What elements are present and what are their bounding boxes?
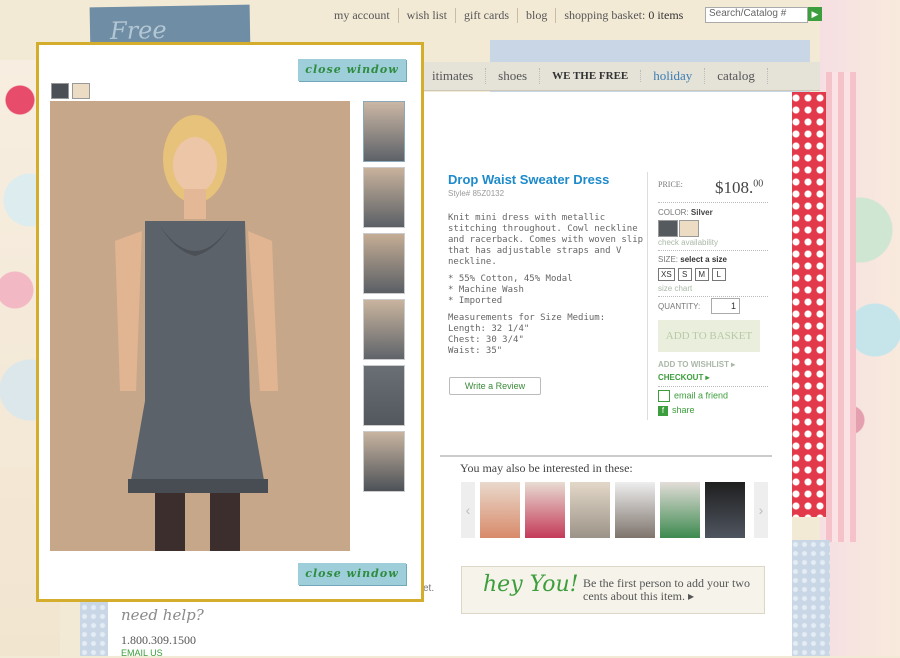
product-thumbnail[interactable] bbox=[363, 365, 405, 426]
partial-text: et. bbox=[423, 583, 435, 594]
related-product-thumb[interactable] bbox=[615, 482, 655, 538]
product-thumbnail-column bbox=[363, 101, 405, 492]
feature-item: * Imported bbox=[448, 296, 503, 306]
main-product-image bbox=[50, 101, 350, 551]
feature-item: * Machine Wash bbox=[448, 285, 524, 295]
top-navigation: my account wish list gift cards blog sho… bbox=[334, 7, 693, 23]
price-label: PRICE: bbox=[658, 180, 683, 189]
color-swatch-cream[interactable] bbox=[679, 220, 699, 237]
pink-stripe-strip bbox=[826, 72, 856, 542]
color-value: Silver bbox=[690, 208, 713, 217]
divider bbox=[658, 296, 768, 297]
related-product-thumb[interactable] bbox=[660, 482, 700, 538]
my-account-link[interactable]: my account bbox=[334, 7, 399, 23]
measurements: Measurements for Size Medium: Length: 32… bbox=[448, 313, 648, 357]
feature-item: * 55% Cotton, 45% Modal bbox=[448, 274, 573, 284]
color-swatch-silver[interactable] bbox=[658, 220, 678, 237]
size-label: SIZE: select a size bbox=[658, 255, 727, 264]
checkout-link[interactable]: CHECKOUT ▸ bbox=[658, 373, 710, 382]
size-options: XS S M L bbox=[658, 268, 726, 281]
tab-we-the-free[interactable]: WE THE FREE bbox=[540, 70, 642, 82]
product-thumbnail[interactable] bbox=[363, 101, 405, 162]
basket-count: 0 items bbox=[648, 7, 684, 22]
related-products-title: You may also be interested in these: bbox=[460, 461, 633, 475]
tab-intimates[interactable]: itimates bbox=[420, 68, 487, 84]
share-label: share bbox=[672, 405, 695, 415]
size-prompt: select a size bbox=[680, 255, 727, 264]
related-product-thumb[interactable] bbox=[525, 482, 565, 538]
email-friend-label: email a friend bbox=[674, 390, 729, 401]
tab-shoes[interactable]: shoes bbox=[486, 68, 541, 84]
divider bbox=[647, 172, 648, 420]
description-text: Knit mini dress with metallic stitching … bbox=[448, 213, 644, 267]
carousel-prev-icon[interactable]: ‹ bbox=[461, 482, 475, 538]
email-us-link[interactable]: EMAIL US bbox=[121, 648, 163, 658]
divider bbox=[658, 386, 768, 387]
close-window-button[interactable]: close window bbox=[298, 563, 406, 585]
envelope-icon bbox=[658, 390, 670, 402]
product-thumbnail[interactable] bbox=[363, 431, 405, 492]
measurements-title: Measurements for Size Medium: bbox=[448, 313, 606, 323]
size-label-text: SIZE: bbox=[658, 255, 679, 264]
price-value: $108.00 bbox=[715, 178, 763, 198]
related-product-thumb[interactable] bbox=[570, 482, 610, 538]
related-product-thumb[interactable] bbox=[705, 482, 745, 538]
measurement-item: Length: 32 1/4" bbox=[448, 324, 530, 334]
price-main: $108. bbox=[715, 178, 754, 197]
related-products-row bbox=[480, 482, 745, 538]
product-thumbnail[interactable] bbox=[363, 299, 405, 360]
search-input[interactable]: Search/Catalog # bbox=[705, 7, 808, 23]
measurement-item: Waist: 35" bbox=[448, 346, 503, 356]
close-window-button[interactable]: close window bbox=[298, 59, 406, 81]
feature-list: * 55% Cotton, 45% Modal * Machine Wash *… bbox=[448, 274, 648, 307]
category-tabs: itimates shoes WE THE FREE holiday catal… bbox=[420, 62, 820, 91]
tab-holiday[interactable]: holiday bbox=[641, 68, 706, 84]
facebook-icon: f bbox=[658, 405, 668, 416]
size-m-button[interactable]: M bbox=[694, 268, 709, 281]
tab-catalog[interactable]: catalog bbox=[705, 68, 768, 84]
product-style-number: Style# 85Z0132 bbox=[448, 189, 505, 198]
gift-cards-link[interactable]: gift cards bbox=[456, 7, 518, 23]
polka-dot-strip bbox=[790, 92, 826, 517]
image-popup-window: close window close window bbox=[36, 42, 424, 602]
popup-swatch-silver[interactable] bbox=[51, 83, 69, 99]
size-l-button[interactable]: L bbox=[711, 268, 726, 281]
wish-list-link[interactable]: wish list bbox=[399, 7, 456, 23]
size-xs-button[interactable]: XS bbox=[658, 268, 675, 281]
color-label-text: COLOR: bbox=[658, 208, 689, 217]
product-thumbnail[interactable] bbox=[363, 233, 405, 294]
product-thumbnail[interactable] bbox=[363, 167, 405, 228]
need-help-heading: need help? bbox=[121, 606, 204, 624]
price-cents: 00 bbox=[753, 178, 764, 190]
help-phone: 1.800.309.1500 bbox=[121, 633, 196, 647]
size-s-button[interactable]: S bbox=[677, 268, 692, 281]
product-title: Drop Waist Sweater Dress bbox=[448, 172, 610, 187]
email-friend-link[interactable]: email a friend bbox=[658, 390, 728, 402]
blog-link[interactable]: blog bbox=[518, 7, 557, 23]
share-link[interactable]: f share bbox=[658, 405, 695, 416]
divider bbox=[658, 202, 768, 203]
divider bbox=[658, 250, 768, 251]
add-to-wishlist-link[interactable]: ADD TO WISHLIST ▸ bbox=[658, 360, 735, 369]
color-label: COLOR: Silver bbox=[658, 208, 713, 217]
hey-you-heading: hey You! bbox=[483, 572, 579, 597]
related-product-thumb[interactable] bbox=[480, 482, 520, 538]
add-to-basket-button[interactable]: ADD TO BASKET bbox=[658, 320, 760, 352]
write-review-button[interactable]: Write a Review bbox=[449, 377, 541, 395]
carousel-next-icon[interactable]: › bbox=[754, 482, 768, 538]
size-chart-link[interactable]: size chart bbox=[658, 284, 692, 293]
measurement-item: Chest: 30 3/4" bbox=[448, 335, 524, 345]
quantity-input[interactable]: 1 bbox=[711, 298, 740, 314]
search-go-icon[interactable]: ▶ bbox=[808, 7, 822, 21]
product-description: Knit mini dress with metallic stitching … bbox=[448, 213, 648, 363]
review-prompt-text[interactable]: Be the first person to add your two cent… bbox=[583, 577, 753, 603]
check-availability-link[interactable]: check availability bbox=[658, 238, 718, 247]
shopping-basket-link[interactable]: shopping basket: 0 items bbox=[556, 8, 693, 23]
model-photo bbox=[50, 101, 350, 551]
popup-swatch-cream[interactable] bbox=[72, 83, 90, 99]
basket-label: shopping basket: bbox=[564, 7, 646, 22]
quantity-label: QUANTITY: bbox=[658, 302, 701, 311]
